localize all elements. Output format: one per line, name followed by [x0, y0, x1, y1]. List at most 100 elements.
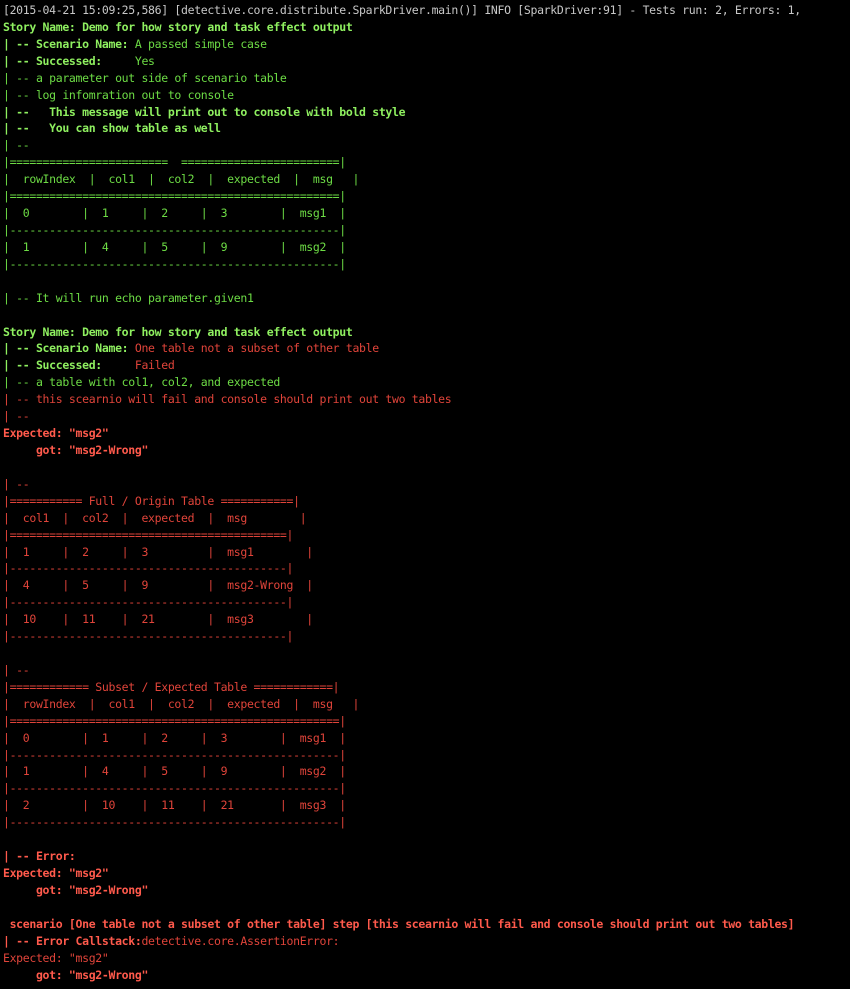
console-text: A passed simple case [134, 36, 267, 51]
console-text: | -- this scearnio will fail and console… [3, 392, 452, 407]
console-line: | rowIndex | col1 | col2 | expected | ms… [3, 696, 850, 713]
console-text: | 1 | 4 | 5 | 9 | msg2 | [3, 239, 346, 254]
console-text: |---------------------------------------… [3, 815, 346, 830]
console-text: | rowIndex | col1 | col2 | expected | ms… [3, 696, 360, 711]
console-text: got: "msg2-Wrong" [3, 882, 149, 897]
console-line: |=======================================… [3, 713, 850, 730]
console-line: |============ Subset / Expected Table ==… [3, 679, 850, 696]
console-text: |======================== ==============… [3, 155, 346, 170]
console-line: | -- Scenario Name: A passed simple case [3, 36, 850, 53]
console-text: |---------------------------------------… [3, 747, 346, 762]
console-text: | rowIndex | col1 | col2 | expected | ms… [3, 172, 360, 187]
console-text: got: "msg2-Wrong" [3, 967, 149, 982]
console-line: | -- Error Callstack:detective.core.Asse… [3, 933, 850, 950]
console-text: Story Name: Demo for how story and task … [3, 19, 353, 34]
console-text: | -- log infomration out to console [3, 87, 234, 102]
console-text: | -- [3, 138, 30, 153]
console-text: |---------------------------------------… [3, 629, 294, 644]
console-line: | -- [3, 476, 850, 493]
console-line: |---------------------------------------… [3, 560, 850, 577]
console-line: | 0 | 1 | 2 | 3 | msg1 | [3, 205, 850, 222]
console-line: | 2 | 10 | 11 | 21 | msg3 | [3, 797, 850, 814]
console-text: One table not a subset of other table [134, 341, 379, 356]
console-line: | -- a table with col1, col2, and expect… [3, 374, 850, 391]
console-line: | -- Scenario Name: One table not a subs… [3, 340, 850, 357]
console-line: [2015-04-21 15:09:25,586] [detective.cor… [3, 2, 850, 19]
console-text: Failed [134, 358, 175, 373]
console-line: | -- You can show table as well [3, 120, 850, 137]
console-text: | -- Error: [3, 849, 76, 864]
console-text: |---------------------------------------… [3, 561, 294, 576]
console-line: Expected: "msg2" [3, 425, 850, 442]
terminal-window: { "colors": { "background": "#000000", "… [0, 0, 850, 989]
console-text: | 10 | 11 | 21 | msg3 | [3, 612, 313, 627]
console-line: | 0 | 1 | 2 | 3 | msg1 | [3, 730, 850, 747]
console-line: Expected: "msg2" [3, 865, 850, 882]
console-line: | -- this scearnio will fail and console… [3, 391, 850, 408]
console-line: | 10 | 11 | 21 | msg3 | [3, 611, 850, 628]
console-text: |---------------------------------------… [3, 256, 346, 271]
console-line: | 1 | 2 | 3 | msg1 | [3, 544, 850, 561]
console-text: | -- [3, 662, 30, 677]
console-line: |=======================================… [3, 188, 850, 205]
console-line: | 1 | 4 | 5 | 9 | msg2 | [3, 239, 850, 256]
console-line: got: "msg2-Wrong" [3, 442, 850, 459]
console-text: | 0 | 1 | 2 | 3 | msg1 | [3, 730, 346, 745]
console-line: | -- It will run echo parameter.given1 [3, 290, 850, 307]
console-text: |---------------------------------------… [3, 222, 346, 237]
console-text: | -- [3, 409, 30, 424]
console-line: | col1 | col2 | expected | msg | [3, 510, 850, 527]
console-text: [2015-04-21 15:09:25,586] [detective.cor… [3, 3, 801, 17]
console-text: |=======================================… [3, 527, 294, 542]
console-text: detective.core.AssertionError: [141, 933, 340, 948]
console-text: |=======================================… [3, 189, 346, 204]
console-text: | 0 | 1 | 2 | 3 | msg1 | [3, 206, 346, 221]
console-text: Expected: "msg2" [3, 950, 109, 965]
console-text: Story Name: Demo for how story and task … [3, 324, 353, 339]
console-line: Story Name: Demo for how story and task … [3, 19, 850, 36]
console-line: | -- [3, 408, 850, 425]
console-line: | -- Error: [3, 848, 850, 865]
console-text: | -- a table with col1, col2, and expect… [3, 375, 280, 390]
console-line: | -- [3, 137, 850, 154]
console-text: Expected: "msg2" [3, 426, 109, 441]
console-text: | -- Successed: [3, 53, 135, 68]
console-text: |============ Subset / Expected Table ==… [3, 679, 340, 694]
console-line: | -- Successed: Failed [3, 357, 850, 374]
console-line: Expected: "msg2" [3, 950, 850, 967]
console-line: | -- log infomration out to console [3, 87, 850, 104]
console-line: | -- Successed: Yes [3, 53, 850, 70]
console-text: Expected: "msg2" [3, 866, 109, 881]
console-line: |---------------------------------------… [3, 628, 850, 645]
console-text: |=======================================… [3, 713, 346, 728]
console-line: |---------------------------------------… [3, 747, 850, 764]
console-output: [2015-04-21 15:09:25,586] [detective.cor… [3, 2, 850, 983]
console-text: | -- Scenario Name: [3, 36, 135, 51]
console-text: | 4 | 5 | 9 | msg2-Wrong | [3, 578, 313, 593]
console-text: | -- Successed: [3, 358, 135, 373]
console-line: |---------------------------------------… [3, 594, 850, 611]
console-text: | col1 | col2 | expected | msg | [3, 510, 307, 525]
console-line: |=======================================… [3, 527, 850, 544]
console-text: Yes [134, 53, 155, 68]
console-line: | -- This message will print out to cons… [3, 104, 850, 121]
console-line: | 4 | 5 | 9 | msg2-Wrong | [3, 577, 850, 594]
console-text: | -- [3, 476, 30, 491]
console-line: | -- a parameter out side of scenario ta… [3, 70, 850, 87]
console-text: |---------------------------------------… [3, 595, 294, 610]
console-text: | -- You can show table as well [3, 121, 221, 136]
console-line: |---------------------------------------… [3, 780, 850, 797]
console-line: | rowIndex | col1 | col2 | expected | ms… [3, 171, 850, 188]
console-line: got: "msg2-Wrong" [3, 882, 850, 899]
console-line: |---------------------------------------… [3, 256, 850, 273]
console-text: | 2 | 10 | 11 | 21 | msg3 | [3, 798, 346, 813]
console-text: | -- a parameter out side of scenario ta… [3, 70, 287, 85]
console-text: | -- It will run echo parameter.given1 [3, 290, 254, 305]
console-text: | -- Error Callstack: [3, 933, 142, 948]
